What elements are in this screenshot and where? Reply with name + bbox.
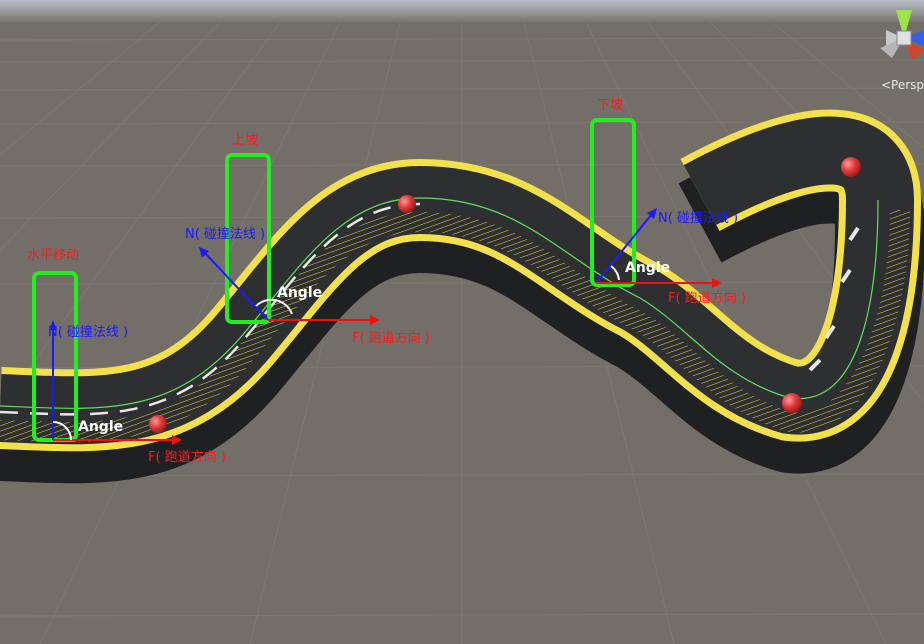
forward-label: F( 跑道方向 ) (668, 290, 746, 306)
ball-marker[interactable] (398, 195, 416, 213)
forward-label: F( 跑道方向 ) (352, 330, 430, 346)
angle-label: Angle (625, 260, 670, 276)
ball-marker[interactable] (841, 157, 861, 177)
horizon-sky (0, 0, 924, 22)
ball-marker[interactable] (149, 415, 167, 433)
angle-label: Angle (277, 285, 322, 301)
forward-label: F( 跑道方向 ) (148, 449, 226, 465)
normal-label: N( 碰撞法线 ) (48, 325, 128, 340)
section-title: 上坡 (232, 133, 258, 148)
angle-label: Angle (78, 419, 123, 435)
ball-marker[interactable] (782, 393, 802, 413)
section-title: 下坡 (597, 98, 623, 113)
scene-viewport[interactable]: 水平移动 N( 碰撞法线 ) F( 跑道方向 ) Angle 上坡 N( 碰撞法… (0, 0, 924, 644)
normal-label: N( 碰撞法线 ) (658, 211, 738, 226)
section-title: 水平移动 (27, 248, 79, 263)
normal-label: N( 碰撞法线 ) (185, 227, 265, 242)
gizmo-center-cube[interactable] (896, 30, 912, 46)
projection-label[interactable]: <Persp (881, 78, 924, 92)
